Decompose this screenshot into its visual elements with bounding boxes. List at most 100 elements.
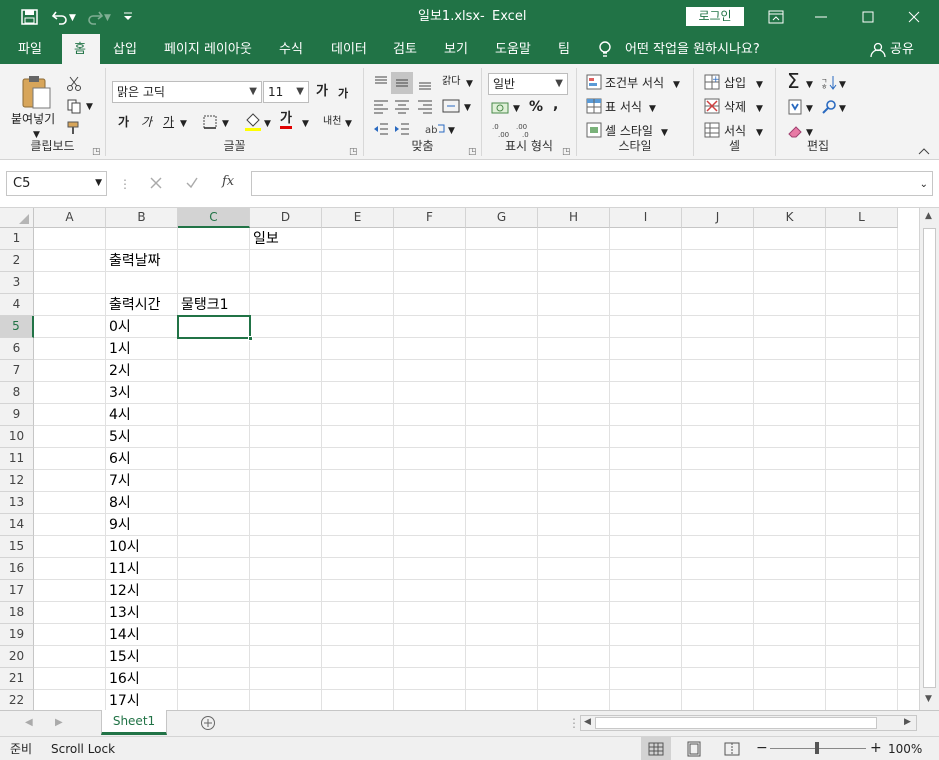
cell-b14[interactable]: 9시 [106,514,131,536]
column-header-a[interactable]: A [34,208,106,228]
row-header-8[interactable]: 8 [0,382,34,404]
orientation-button[interactable]: 갉다 [442,74,460,90]
border-icon[interactable] [202,114,218,130]
fill-icon[interactable] [787,99,803,115]
vertical-scrollbar[interactable]: ▲ ▼ [919,208,939,710]
row-header-17[interactable]: 17 [0,580,34,602]
decrease-decimal-icon[interactable]: .00.0 [516,122,534,138]
tab-split-grip-icon[interactable]: ⋮ [568,715,580,731]
expand-formula-icon[interactable]: ⌄ [920,173,928,196]
merge-dropdown-icon[interactable]: ▼ [464,100,471,116]
close-icon[interactable] [906,9,922,25]
find-select-icon[interactable] [821,99,837,115]
tab-review[interactable]: 검토 [393,41,417,59]
currency-icon[interactable] [491,100,511,116]
conditional-dropdown-icon[interactable]: ▼ [673,77,680,93]
row-header-11[interactable]: 11 [0,448,34,470]
tab-help[interactable]: 도움말 [495,41,531,59]
fill-color-dropdown-icon[interactable]: ▼ [264,116,271,132]
row-header-16[interactable]: 16 [0,558,34,580]
cell-b19[interactable]: 14시 [106,624,140,646]
row-header-6[interactable]: 6 [0,338,34,360]
find-dropdown-icon[interactable]: ▼ [839,101,846,117]
copy-dropdown-icon[interactable]: ▼ [86,99,93,115]
name-box[interactable]: C5 ▼ [6,171,107,196]
underline-dropdown-icon[interactable]: ▼ [180,116,187,132]
row-header-21[interactable]: 21 [0,668,34,690]
alignment-launcher-icon[interactable]: ◳ [468,144,477,160]
font-color-button[interactable]: 가 [280,112,292,129]
number-launcher-icon[interactable]: ◳ [562,144,571,160]
paste-icon[interactable] [20,74,52,110]
minimize-icon[interactable] [813,9,829,25]
cell-b7[interactable]: 2시 [106,360,131,382]
scroll-right-icon[interactable]: ▶ [904,717,911,727]
row-header-22[interactable]: 22 [0,690,34,710]
row-header-1[interactable]: 1 [0,228,34,250]
tab-data[interactable]: 데이터 [331,41,367,59]
undo-dropdown-icon[interactable]: ▼ [69,9,76,27]
sheet-tab-sheet1[interactable]: Sheet1 [101,710,167,735]
orientation-dropdown-icon[interactable]: ▼ [466,76,473,92]
cell-b8[interactable]: 3시 [106,382,131,404]
merge-center-icon[interactable] [442,98,460,114]
font-name-combo[interactable]: 맑은 고딕 ▼ [112,81,262,103]
login-button[interactable]: 로그인 [686,7,744,26]
column-header-g[interactable]: G [466,208,538,228]
format-painter-icon[interactable] [66,120,82,136]
insert-function-button[interactable]: fx [222,174,234,190]
page-break-view-icon[interactable] [724,741,740,757]
fill-dropdown-icon[interactable]: ▼ [806,101,813,117]
horizontal-scroll-thumb[interactable] [595,717,877,729]
select-all-corner[interactable] [0,208,34,228]
row-header-5[interactable]: 5 [0,316,34,338]
cell-b9[interactable]: 4시 [106,404,131,426]
decrease-indent-icon[interactable] [373,121,389,137]
tab-insert[interactable]: 삽입 [113,41,137,59]
worksheet-grid[interactable]: ABCDEFGHIJKL 1 2 3 4 5 6 7 8 9 10 11 12 13 14 15 16 17 18… [0,208,939,710]
format-table-dropdown-icon[interactable]: ▼ [649,101,656,117]
collapse-ribbon-icon[interactable] [918,146,930,156]
cell-b12[interactable]: 7시 [106,470,131,492]
cell-b6[interactable]: 1시 [106,338,131,360]
cell-b16[interactable]: 11시 [106,558,140,580]
row-header-14[interactable]: 14 [0,514,34,536]
align-left-icon[interactable] [373,98,389,114]
zoom-out-button[interactable]: − [756,740,768,756]
percent-button[interactable]: % [529,99,543,115]
tell-me-search[interactable]: 어떤 작업을 원하시나요? [625,41,760,59]
normal-view-icon[interactable] [648,741,664,757]
row-header-20[interactable]: 20 [0,646,34,668]
conditional-format-button[interactable]: 조건부 서식 [605,75,664,91]
tab-file[interactable]: 파일 [18,41,42,59]
clipboard-launcher-icon[interactable]: ◳ [92,144,101,160]
format-table-icon[interactable] [586,98,602,114]
undo-icon[interactable] [51,9,69,25]
cell-c4[interactable]: 물탱크1 [178,294,229,316]
font-launcher-icon[interactable]: ◳ [349,144,358,160]
cell-b13[interactable]: 8시 [106,492,131,514]
align-center-icon[interactable] [394,98,410,114]
row-header-7[interactable]: 7 [0,360,34,382]
cut-icon[interactable] [66,76,82,92]
format-cells-icon[interactable] [704,122,720,138]
cell-b2[interactable]: 출력날짜 [106,250,161,272]
row-header-18[interactable]: 18 [0,602,34,624]
paste-button[interactable]: 붙여넣기 [11,111,55,127]
maximize-icon[interactable] [860,9,876,25]
column-header-b[interactable]: B [106,208,178,228]
column-header-i[interactable]: I [610,208,682,228]
scroll-left-icon[interactable]: ◀ [584,717,591,727]
prev-sheet-icon[interactable]: ◀ [25,715,33,731]
insert-cells-button[interactable]: 삽입 [724,75,746,91]
insert-dropdown-icon[interactable]: ▼ [756,77,763,93]
row-header-10[interactable]: 10 [0,426,34,448]
row-header-2[interactable]: 2 [0,250,34,272]
cell-b20[interactable]: 15시 [106,646,140,668]
cell-b15[interactable]: 10시 [106,536,140,558]
cell-b11[interactable]: 6시 [106,448,131,470]
tab-view[interactable]: 보기 [444,41,468,59]
currency-dropdown-icon[interactable]: ▼ [513,101,520,117]
align-bottom-icon[interactable] [417,75,433,91]
share-button[interactable]: 공유 [890,41,914,59]
